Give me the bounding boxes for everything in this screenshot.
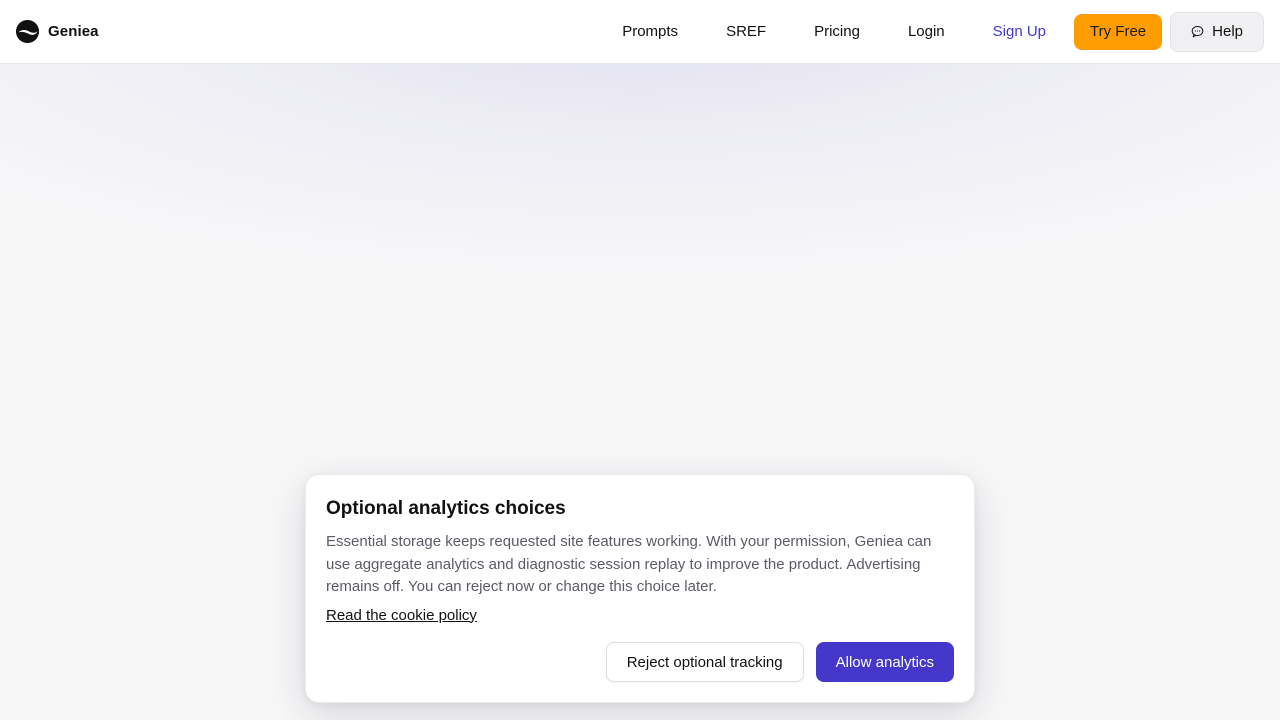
- brand-home-link[interactable]: Geniea: [16, 20, 99, 43]
- cookie-consent-dialog: Optional analytics choices Essential sto…: [305, 474, 975, 703]
- brand-name: Geniea: [48, 23, 99, 40]
- nav-link-pricing[interactable]: Pricing: [790, 0, 884, 64]
- cookie-policy-link[interactable]: Read the cookie policy: [326, 606, 477, 626]
- consent-description: Essential storage keeps requested site f…: [326, 533, 932, 595]
- nav-link-sref[interactable]: SREF: [702, 0, 790, 64]
- help-button[interactable]: Help: [1170, 11, 1264, 52]
- consent-actions: Reject optional tracking Allow analytics: [605, 642, 954, 682]
- consent-title: Optional analytics choices: [326, 498, 566, 519]
- nav-link-login[interactable]: Login: [884, 0, 969, 64]
- top-navbar: Geniea Prompts SREF Pricing Login Sign U…: [0, 0, 1280, 64]
- help-label: Help: [1212, 23, 1243, 40]
- geniea-logo-icon: [16, 20, 39, 43]
- allow-analytics-button[interactable]: Allow analytics: [815, 642, 954, 682]
- reject-tracking-button[interactable]: Reject optional tracking: [605, 642, 804, 682]
- nav-link-signup[interactable]: Sign Up: [969, 0, 1074, 64]
- try-free-button[interactable]: Try Free: [1074, 13, 1163, 50]
- chat-bubble-icon: [1191, 25, 1204, 38]
- nav-link-prompts[interactable]: Prompts: [598, 0, 702, 64]
- main-nav: Prompts SREF Pricing Login Sign Up Try F…: [598, 0, 1264, 64]
